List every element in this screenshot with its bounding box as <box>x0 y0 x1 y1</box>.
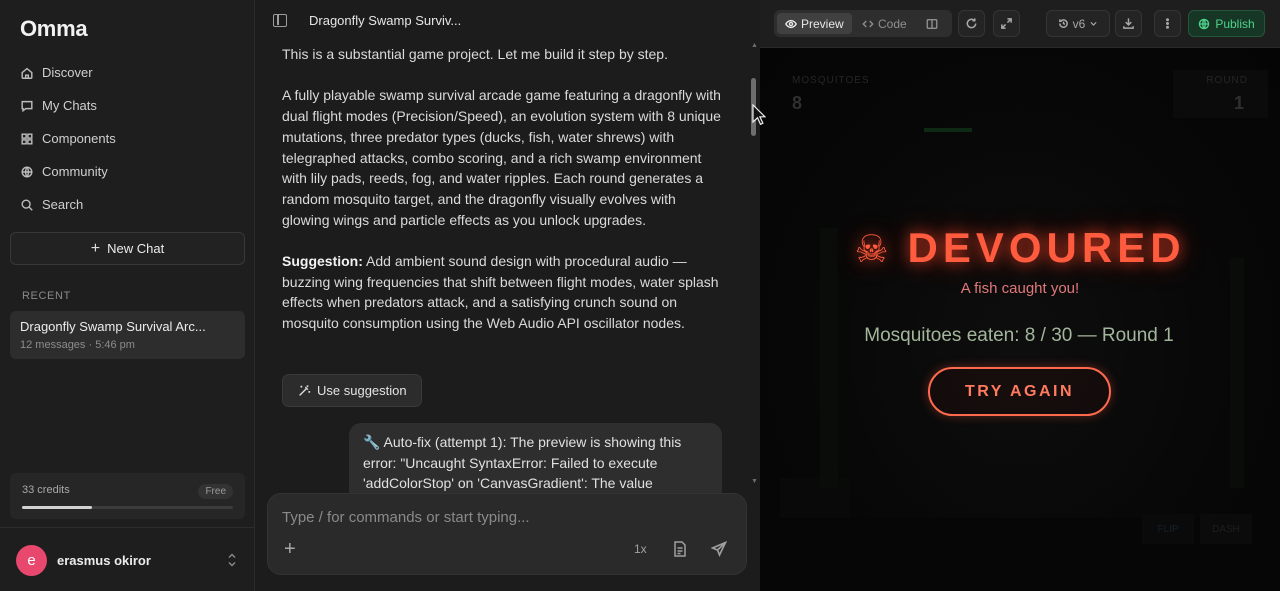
game-over-subtitle: A fish caught you! <box>960 280 1080 297</box>
speed-selector[interactable]: 1x <box>634 542 647 556</box>
home-icon <box>21 67 33 79</box>
chat-header: Dragonfly Swamp Surviv... <box>255 0 760 42</box>
split-view-button[interactable] <box>926 13 942 34</box>
magic-wand-icon <box>299 384 311 396</box>
plan-badge: Free <box>198 484 233 499</box>
send-icon[interactable] <box>711 541 727 557</box>
game-preview-canvas[interactable]: MOSQUITOES 8 ROUND 1 ☠ DEVOURED A fish ca… <box>760 48 1280 591</box>
plus-icon: + <box>90 239 101 257</box>
tab-label: Preview <box>801 16 844 31</box>
suggestion-label: Suggestion: <box>282 253 363 269</box>
hud-mosquitoes-label: MOSQUITOES <box>792 75 870 86</box>
user-name: erasmus okiror <box>57 553 151 568</box>
sidebar-item-my-chats[interactable]: My Chats <box>12 89 244 122</box>
preview-toolbar: Preview Code v6 Publish <box>760 0 1280 48</box>
sidebar-divider <box>0 527 255 528</box>
game-over-text: DEVOURED <box>907 224 1186 271</box>
sidebar-item-search[interactable]: Search <box>12 188 244 221</box>
try-again-button[interactable]: TRY AGAIN <box>928 367 1111 416</box>
sidebar-item-label: Search <box>42 197 84 212</box>
swamp-background <box>760 70 1280 591</box>
assistant-message: This is a substantial game project. Let … <box>282 44 722 355</box>
avatar: e <box>16 545 47 576</box>
eye-icon <box>785 19 797 28</box>
sidebar-item-label: Discover <box>42 65 93 80</box>
sidebar-item-community[interactable]: Community <box>12 155 244 188</box>
code-icon <box>862 20 874 27</box>
version-selector[interactable]: v6 <box>1046 10 1110 37</box>
app-logo[interactable]: Omma <box>20 16 88 42</box>
hud-round-value: 1 <box>1233 93 1244 113</box>
hud-progress-bar <box>924 128 972 132</box>
credits-card[interactable]: 33 credits Free <box>10 473 245 519</box>
sidebar-nav: Discover My Chats Components Community S… <box>12 56 244 221</box>
user-message-bubble: 🔧 Auto-fix (attempt 1): The preview is s… <box>349 423 722 503</box>
globe-icon <box>21 165 33 178</box>
new-chat-button[interactable]: + New Chat <box>10 232 245 265</box>
use-suggestion-button[interactable]: Use suggestion <box>282 374 422 407</box>
split-view-icon <box>926 18 938 29</box>
assistant-intro: This is a substantial game project. Let … <box>282 46 668 62</box>
sidebar-toggle-icon[interactable] <box>273 14 287 27</box>
more-options-button[interactable] <box>1154 10 1181 37</box>
assistant-description: A fully playable swamp survival arcade g… <box>282 87 721 228</box>
history-icon <box>1058 19 1068 28</box>
sidebar-item-components[interactable]: Components <box>12 122 244 155</box>
publish-button[interactable]: Publish <box>1188 10 1265 37</box>
credits-progress-fill <box>22 506 92 509</box>
hud-mosquitoes-value: 8 <box>792 93 803 113</box>
sidebar: Omma Discover My Chats Components Commun… <box>0 0 255 591</box>
chat-title: Dragonfly Swamp Surviv... <box>309 13 462 28</box>
grid-icon <box>21 132 33 145</box>
version-label: v6 <box>1072 16 1086 31</box>
sidebar-item-label: Community <box>42 164 108 179</box>
mouse-cursor-icon <box>752 104 766 126</box>
refresh-button[interactable] <box>958 10 985 37</box>
recent-chat-meta: 12 messages · 5:46 pm <box>20 339 135 351</box>
message-input[interactable] <box>282 506 722 528</box>
game-over-title: ☠ DEVOURED <box>760 224 1280 272</box>
scroll-down-arrow-icon[interactable]: ▼ <box>751 478 758 485</box>
chat-panel: Dragonfly Swamp Surviv... This is a subs… <box>255 0 760 591</box>
dash-button[interactable]: DASH <box>1200 514 1252 544</box>
download-button[interactable] <box>1115 10 1142 37</box>
more-vertical-icon <box>1166 18 1169 29</box>
sidebar-item-discover[interactable]: Discover <box>12 56 244 89</box>
chevron-up-down-icon[interactable] <box>226 550 238 570</box>
credits-progress-bar <box>22 506 233 509</box>
view-mode-toggle: Preview Code <box>774 10 952 37</box>
use-suggestion-label: Use suggestion <box>317 383 407 398</box>
refresh-icon <box>966 18 977 29</box>
chevron-down-icon <box>1090 21 1097 26</box>
document-icon[interactable] <box>673 541 687 557</box>
tab-code[interactable]: Code <box>862 13 907 34</box>
fullscreen-button[interactable] <box>993 10 1020 37</box>
sidebar-item-label: My Chats <box>42 98 97 113</box>
tab-label: Code <box>878 16 907 31</box>
download-icon <box>1123 18 1134 29</box>
assistant-suggestion: Suggestion: Add ambient sound design wit… <box>282 251 722 334</box>
recent-section-label: RECENT <box>22 290 71 302</box>
search-icon <box>21 198 33 211</box>
message-composer: + 1x <box>267 493 747 575</box>
recent-chat-title: Dragonfly Swamp Survival Arc... <box>20 319 206 334</box>
expand-icon <box>1001 18 1012 29</box>
new-chat-label: New Chat <box>107 241 165 256</box>
add-attachment-icon[interactable]: + <box>284 538 296 561</box>
flip-mode-button[interactable]: FLIP <box>1142 514 1194 544</box>
chat-bubble-icon <box>21 100 33 112</box>
scroll-up-arrow-icon[interactable]: ▲ <box>751 42 758 49</box>
recent-chat-item[interactable]: Dragonfly Swamp Survival Arc... 12 messa… <box>10 311 245 359</box>
game-over-score: Mosquitoes eaten: 8 / 30 — Round 1 <box>864 325 1174 346</box>
sidebar-item-label: Components <box>42 131 116 146</box>
user-menu[interactable]: e erasmus okiror <box>16 545 151 576</box>
publish-label: Publish <box>1215 16 1255 31</box>
globe-icon <box>1199 18 1210 29</box>
hud-round-label: ROUND <box>1206 75 1248 86</box>
tab-preview[interactable]: Preview <box>777 13 852 34</box>
app-window: Omma Discover My Chats Components Commun… <box>0 0 1280 591</box>
skull-icon: ☠ <box>854 229 894 271</box>
